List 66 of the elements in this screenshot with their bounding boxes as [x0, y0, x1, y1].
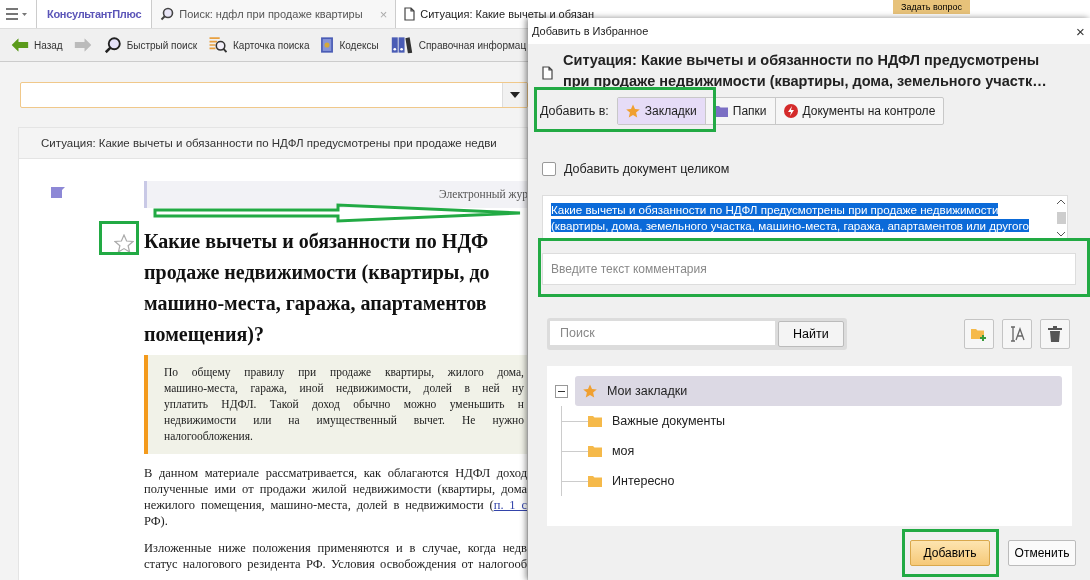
source-banner: Электронный жур [144, 181, 527, 208]
target-tab[interactable]: Закладки [617, 98, 706, 124]
cancel-button[interactable]: Отменить [1008, 540, 1076, 566]
close-button[interactable]: × [1076, 22, 1090, 40]
note-icon [51, 187, 65, 198]
find-button[interactable]: Найти [778, 321, 844, 347]
ask-question-button[interactable]: Задать вопрос [893, 0, 970, 14]
quick-search-button[interactable]: Быстрый поиск [102, 35, 198, 55]
document-heading: Какие вычеты и обязанности по НДФ продаже недвижимости (квартиры, до машино-места, гаража, апартаментов помещения)? [144, 229, 491, 348]
paragraph: В данном материале рассматривается, как облагаются НДФЛ доход полученные ими от продажи жилой недвижимости (квартиры, дома нежилого помещения, машино-места, долей в недвижимости (п. 1 с РФ). [144, 465, 527, 529]
book-icon [320, 36, 335, 54]
star-icon [583, 384, 597, 398]
search-field[interactable]: Поиск [550, 321, 775, 345]
checkbox[interactable] [542, 162, 556, 176]
tree-item[interactable]: Мои закладки [575, 376, 1062, 406]
folder-icon [713, 105, 728, 117]
dialog-title: Добавить в Избранное [532, 25, 649, 37]
add-folder-icon [971, 327, 987, 341]
tree-item[interactable]: Интересно [588, 466, 1062, 496]
paragraph: Изложенные ниже положения применяются и в случае, когда недв статус налогового резидента РФ. Условия освобождения от налогооб [144, 540, 527, 572]
text-format-icon [1009, 326, 1025, 342]
dropdown-button[interactable] [502, 83, 527, 107]
left-arrow-icon [11, 38, 29, 52]
search-icon [104, 36, 122, 54]
caret-icon [510, 92, 520, 98]
lightning-icon [783, 104, 798, 118]
document-title: Ситуация: Какие вычеты и обязанности по НДФЛ предусмотрены при продаже недвижимости (квартиры, дома, земельного участк… [563, 51, 1047, 91]
search-list-icon [208, 36, 228, 54]
highlight-frame [99, 221, 139, 255]
add-to-label: Добавить в: [540, 104, 609, 118]
summary-text: По общему правилу при продаже квартиры, жилого дома, машино-места, гаража, иной недвижимости, долей в ней ну уплатить НДФЛ. Такой доход обычно можно уменьшить н недвижимости или на имущественный вычет. Не нужно налогообложения. [144, 355, 527, 454]
tab[interactable]: Поиск: ндфл при продаже квартиры × [151, 0, 396, 28]
codes-button[interactable]: Кодексы [319, 35, 379, 55]
right-arrow-icon [74, 38, 92, 52]
tree-item[interactable]: Важные документы [588, 406, 1062, 436]
target-tab[interactable]: Папки [705, 98, 776, 124]
excerpt-text-area[interactable]: Какие вычеты и обязанности по НДФЛ предусмотрены при продаже недвижимости (квартиры, дома, земельного участка, машино-места, гаража, апартаментов или другого [542, 195, 1068, 241]
reference-button[interactable]: Справочная информац [388, 35, 527, 55]
delete-button[interactable] [1040, 319, 1070, 349]
add-button[interactable]: Добавить [910, 540, 990, 566]
trash-icon [1048, 326, 1062, 342]
menu-icon [6, 8, 28, 20]
folder-icon [588, 475, 602, 487]
target-tab[interactable]: Документы на контроле [775, 98, 944, 124]
document-icon [542, 66, 553, 80]
collapse-toggle[interactable] [555, 384, 568, 398]
search-icon [160, 7, 175, 21]
comment-field[interactable]: Введите текст комментария [542, 253, 1076, 285]
search-field[interactable] [20, 82, 528, 108]
folder-icon [588, 415, 602, 427]
scroll-up-icon[interactable] [1057, 199, 1065, 204]
star-icon [625, 104, 640, 118]
rename-button[interactable] [1002, 319, 1032, 349]
search-card-button[interactable]: Карточка поиска [207, 35, 310, 55]
star-icon[interactable] [114, 234, 134, 253]
back-button[interactable]: Назад [10, 37, 63, 53]
new-folder-button[interactable] [964, 319, 994, 349]
binders-icon [390, 36, 413, 54]
law-link[interactable]: п. 1 с [493, 498, 527, 512]
document-icon [404, 7, 416, 21]
minus-icon [558, 390, 565, 392]
document-title-bar: Ситуация: Какие вычеты и обязанности по НДФЛ предусмотрены при продаже недви [19, 128, 527, 159]
scroll-down-icon[interactable] [1057, 232, 1065, 237]
tree-item[interactable]: моя [588, 436, 1062, 466]
checkbox-label: Добавить документ целиком [564, 162, 730, 176]
folder-icon [588, 445, 602, 457]
